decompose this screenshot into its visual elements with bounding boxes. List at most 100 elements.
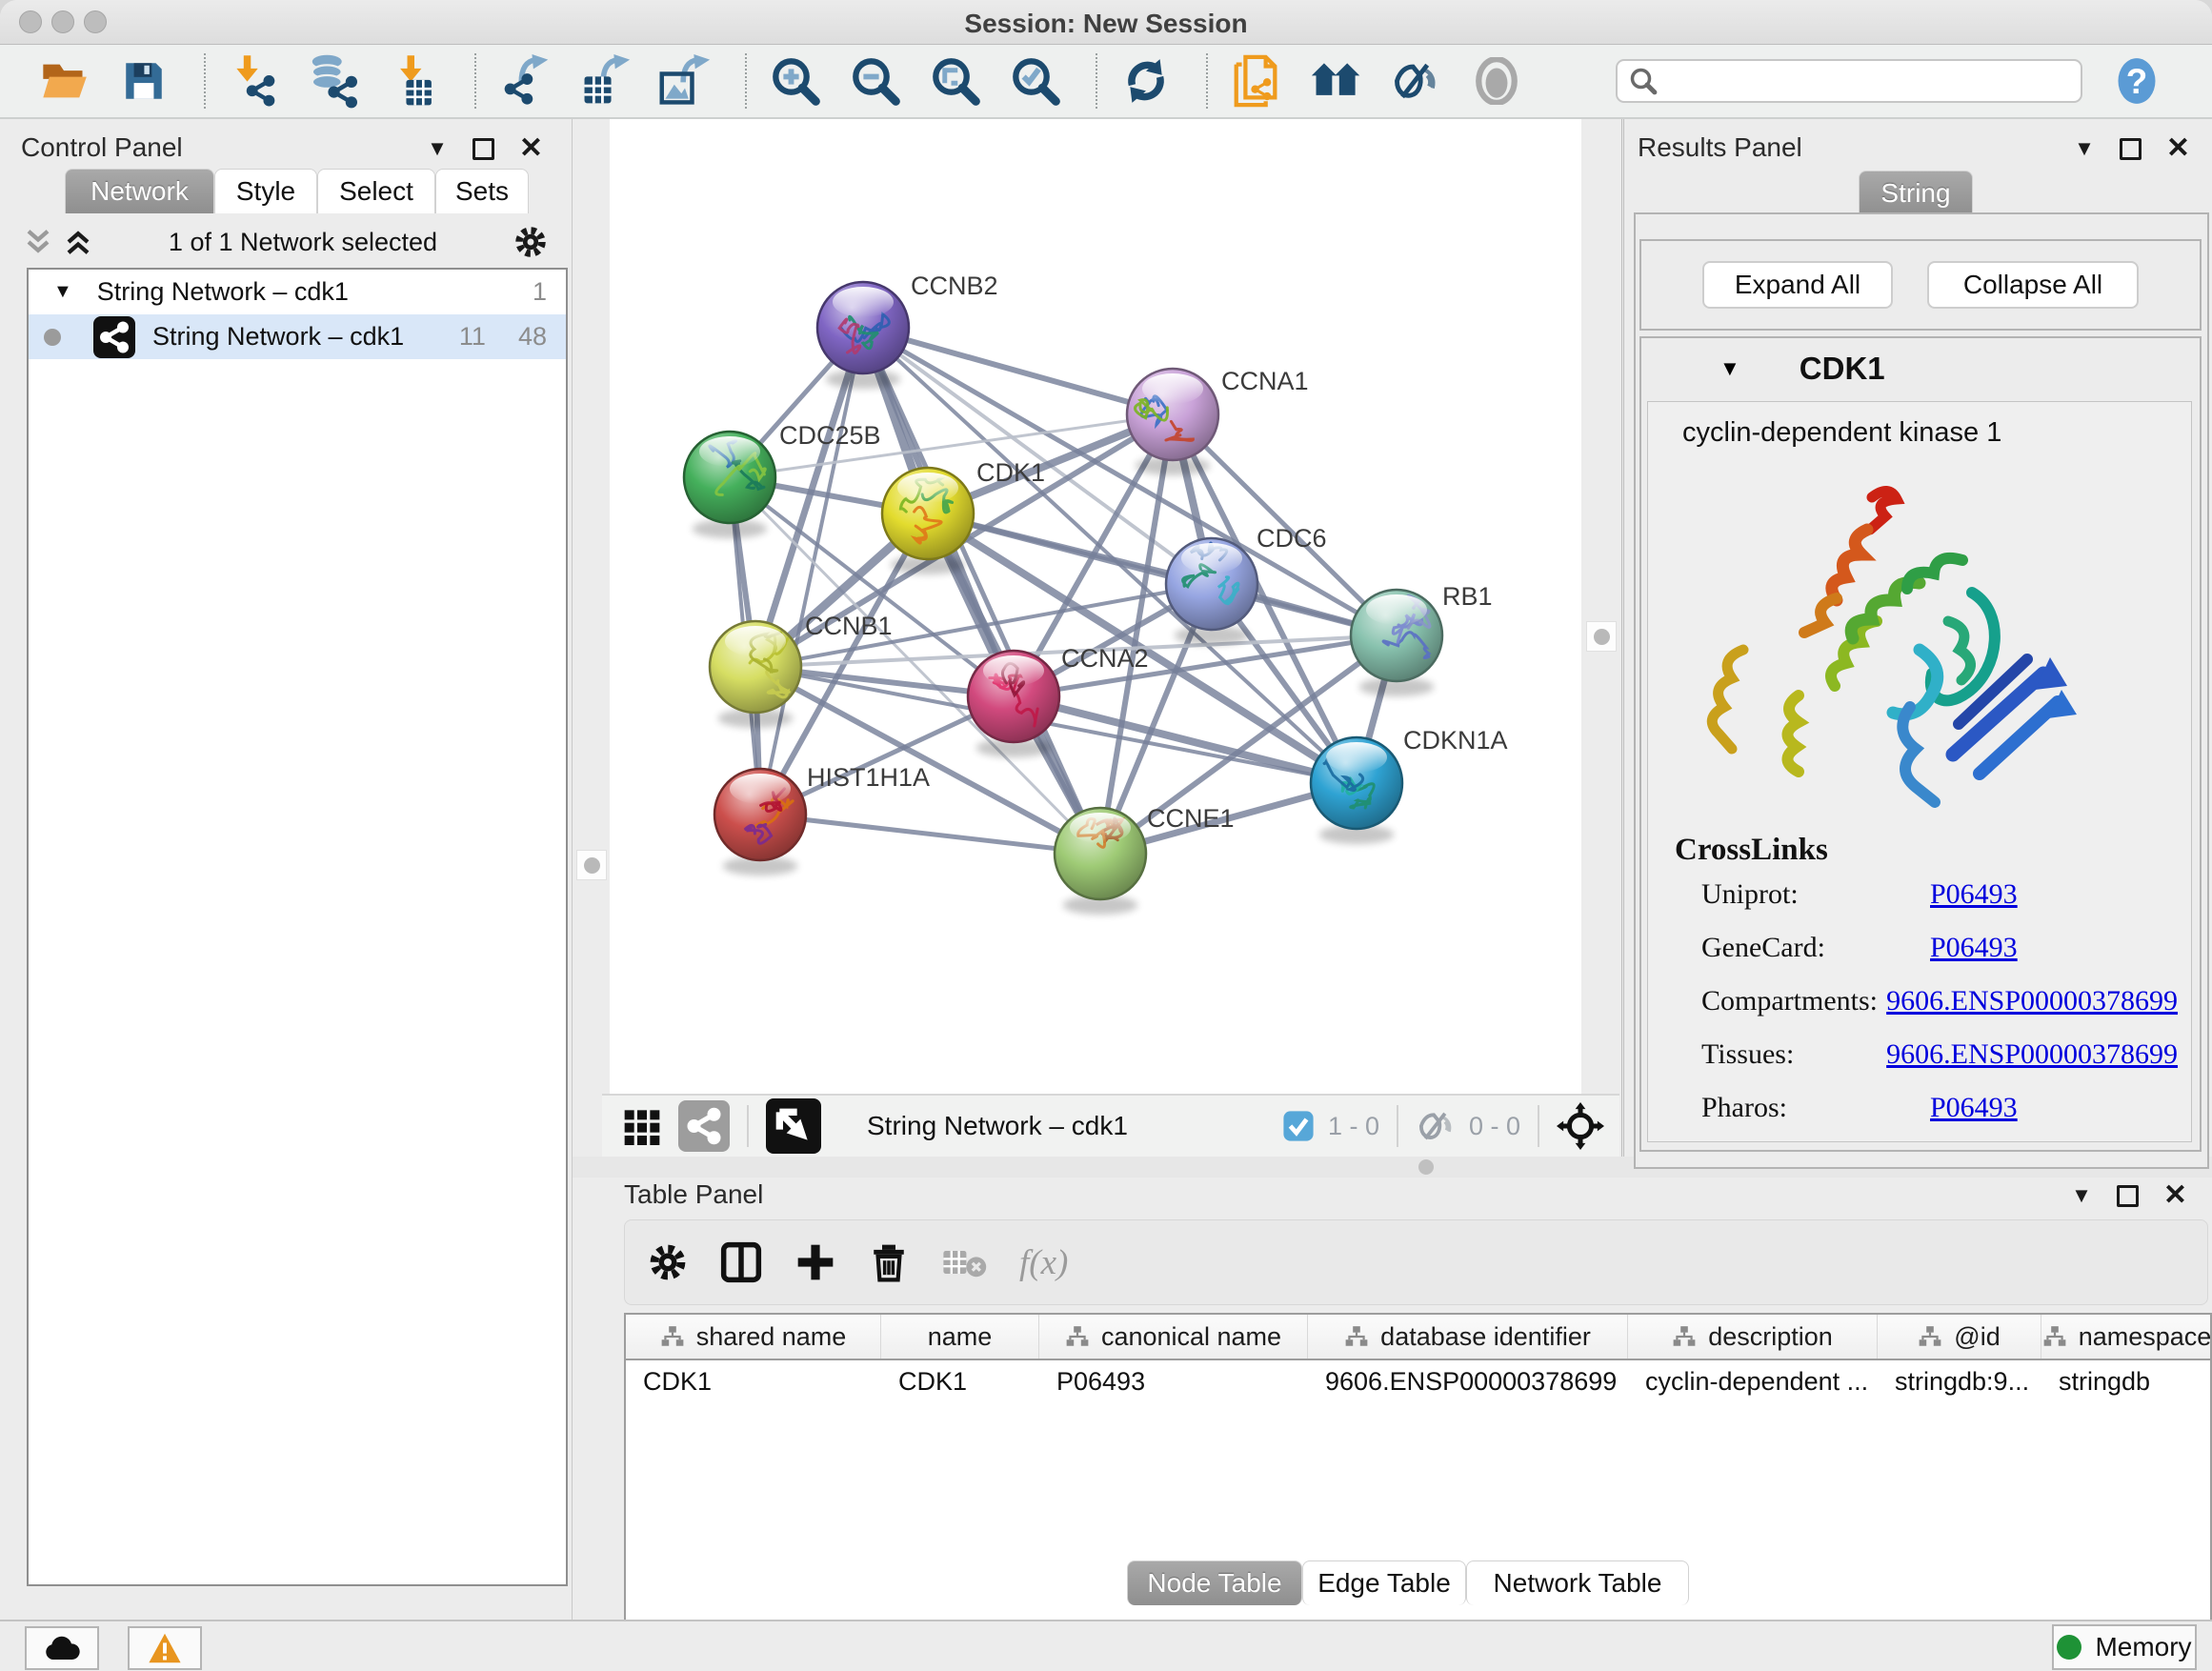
birdseye-toggle-icon[interactable] xyxy=(766,1098,821,1154)
tab-network[interactable]: Network xyxy=(65,169,214,213)
right-splitter-handle[interactable] xyxy=(1586,621,1617,652)
crosslink-value-link[interactable]: P06493 xyxy=(1930,878,2018,911)
network-collection-row[interactable]: ▼ String Network – cdk1 1 xyxy=(29,270,566,314)
node-label-CCNA1: CCNA1 xyxy=(1221,367,1309,395)
zoom-out-button[interactable] xyxy=(848,53,903,109)
tab-style[interactable]: Style xyxy=(214,169,317,213)
delete-table-icon-disabled xyxy=(941,1243,987,1281)
fit-content-button[interactable] xyxy=(928,53,983,109)
results-panel-close-icon[interactable]: ✕ xyxy=(2166,134,2190,163)
expand-all-button[interactable]: Expand All xyxy=(1702,261,1893,309)
gene-expander-icon[interactable]: ▼ xyxy=(1719,356,1740,381)
column-header-description[interactable]: description xyxy=(1628,1315,1878,1359)
string-documents-button[interactable] xyxy=(1229,53,1284,109)
search-input[interactable] xyxy=(1658,66,2061,97)
collection-expander-icon[interactable]: ▼ xyxy=(53,281,72,303)
column-header-namespace[interactable]: namespace xyxy=(2041,1315,2212,1359)
warnings-button[interactable] xyxy=(128,1626,202,1670)
collapse-all-button[interactable]: Collapse All xyxy=(1927,261,2139,309)
memory-label: Memory xyxy=(2095,1632,2191,1662)
delete-column-icon[interactable] xyxy=(869,1242,909,1282)
table-panel-close-icon[interactable]: ✕ xyxy=(2163,1181,2187,1210)
string-view-icon[interactable] xyxy=(678,1100,730,1152)
import-table-button[interactable] xyxy=(387,53,442,109)
left-splitter-handle[interactable] xyxy=(576,850,607,880)
control-panel-menu-icon[interactable]: ▼ xyxy=(427,138,448,159)
table-cell: cyclin-dependent ... xyxy=(1628,1360,1878,1402)
string-network-icon xyxy=(93,316,135,358)
function-builder-button[interactable]: f(x) xyxy=(1019,1242,1068,1283)
cloud-status-button[interactable] xyxy=(25,1626,99,1670)
network-edge[interactable] xyxy=(760,815,1100,854)
crosslink-value-link[interactable]: P06493 xyxy=(1930,932,2018,964)
table-cell: stringdb xyxy=(2041,1360,2212,1402)
hide-unhide-button[interactable] xyxy=(1389,53,1444,109)
grid-view-icon[interactable] xyxy=(623,1107,661,1145)
results-panel-menu-icon[interactable]: ▼ xyxy=(2074,138,2095,159)
import-network-file-button[interactable] xyxy=(227,53,282,109)
divider xyxy=(1538,1105,1539,1147)
network-node-CDC25B[interactable]: CDC25B xyxy=(684,421,881,538)
collapse-all-icon[interactable] xyxy=(24,228,52,256)
crosslink-label: Uniprot: xyxy=(1701,878,1930,911)
control-panel-title: Control Panel xyxy=(21,132,183,163)
tab-sets[interactable]: Sets xyxy=(435,169,529,213)
gene-section-header[interactable]: ▼ CDK1 xyxy=(1641,338,2200,399)
crosslink-row: Pharos:P06493 xyxy=(1701,1092,2178,1124)
crosslink-row: GeneCard:P06493 xyxy=(1701,932,2178,964)
memory-button[interactable]: Memory xyxy=(2052,1624,2197,1670)
pan-crosshair-icon[interactable] xyxy=(1557,1102,1604,1150)
table-panel-menu-icon[interactable]: ▼ xyxy=(2071,1185,2092,1206)
tab-select[interactable]: Select xyxy=(317,169,435,213)
table-row[interactable]: CDK1CDK1P064939606.ENSP00000378699cyclin… xyxy=(626,1360,2210,1402)
show-columns-icon[interactable] xyxy=(720,1241,762,1283)
left-splitter-gutter xyxy=(573,119,610,1160)
help-button[interactable]: ? xyxy=(2109,53,2164,109)
toolbar-search-field[interactable] xyxy=(1616,59,2082,103)
network-node-CDKN1A[interactable]: CDKN1A xyxy=(1311,726,1508,844)
crosslink-value-link[interactable]: P06493 xyxy=(1930,1092,2018,1124)
expand-all-icon[interactable] xyxy=(64,228,92,256)
selected-checkbox-icon[interactable] xyxy=(1282,1110,1315,1142)
control-panel-close-icon[interactable]: ✕ xyxy=(519,134,543,163)
zoom-selected-button[interactable] xyxy=(1008,53,1063,109)
collection-label: String Network – cdk1 xyxy=(97,277,349,307)
gene-section: ▼ CDK1 cyclin-dependent kinase 1 xyxy=(1639,336,2202,1152)
houses-button[interactable] xyxy=(1309,53,1364,109)
column-header-name[interactable]: name xyxy=(881,1315,1039,1359)
tab-node-table[interactable]: Node Table xyxy=(1127,1560,1302,1605)
export-network-button[interactable] xyxy=(497,53,553,109)
save-session-button[interactable] xyxy=(116,53,171,109)
tab-string[interactable]: String xyxy=(1859,171,1973,215)
node-label-CDC25B: CDC25B xyxy=(779,421,881,450)
tab-network-table[interactable]: Network Table xyxy=(1466,1560,1689,1605)
network-edge-count: 48 xyxy=(518,322,547,352)
crosslink-value-link[interactable]: 9606.ENSP00000378699 xyxy=(1886,1038,2178,1071)
table-panel-float-icon[interactable] xyxy=(2117,1185,2139,1207)
add-column-icon[interactable] xyxy=(794,1241,836,1283)
export-image-button[interactable] xyxy=(657,53,713,109)
results-panel-float-icon[interactable] xyxy=(2120,138,2142,160)
crosslink-value-link[interactable]: 9606.ENSP00000378699 xyxy=(1886,985,2178,1017)
column-header-shared-name[interactable]: shared name xyxy=(626,1315,881,1359)
table-options-gear-icon[interactable] xyxy=(648,1242,688,1282)
column-header-canonical-name[interactable]: canonical name xyxy=(1039,1315,1308,1359)
horizontal-splitter-handle[interactable] xyxy=(1418,1159,1434,1175)
import-network-database-button[interactable] xyxy=(307,53,362,109)
refresh-view-button[interactable] xyxy=(1118,53,1174,109)
column-header--id[interactable]: @id xyxy=(1878,1315,2041,1359)
tab-edge-table[interactable]: Edge Table xyxy=(1302,1560,1466,1605)
column-header-database-identifier[interactable]: database identifier xyxy=(1308,1315,1628,1359)
export-table-button[interactable] xyxy=(577,53,633,109)
open-session-button[interactable] xyxy=(36,53,91,109)
network-options-gear-icon[interactable] xyxy=(513,225,548,259)
network-edge[interactable] xyxy=(760,328,863,815)
crosslink-label: Tissues: xyxy=(1701,1038,1886,1071)
tree-column-icon xyxy=(2042,1324,2067,1349)
node-label-CDC6: CDC6 xyxy=(1257,524,1327,553)
network-canvas[interactable]: CCNB2CCNA1CDC25BCDK1CDC6RB1CCNB1CCNA2CDK… xyxy=(610,119,1581,1094)
zoom-in-button[interactable] xyxy=(768,53,823,109)
control-panel-float-icon[interactable] xyxy=(473,138,494,160)
network-node-RB1[interactable]: RB1 xyxy=(1351,582,1493,696)
network-row-selected[interactable]: String Network – cdk1 11 48 xyxy=(29,314,566,359)
